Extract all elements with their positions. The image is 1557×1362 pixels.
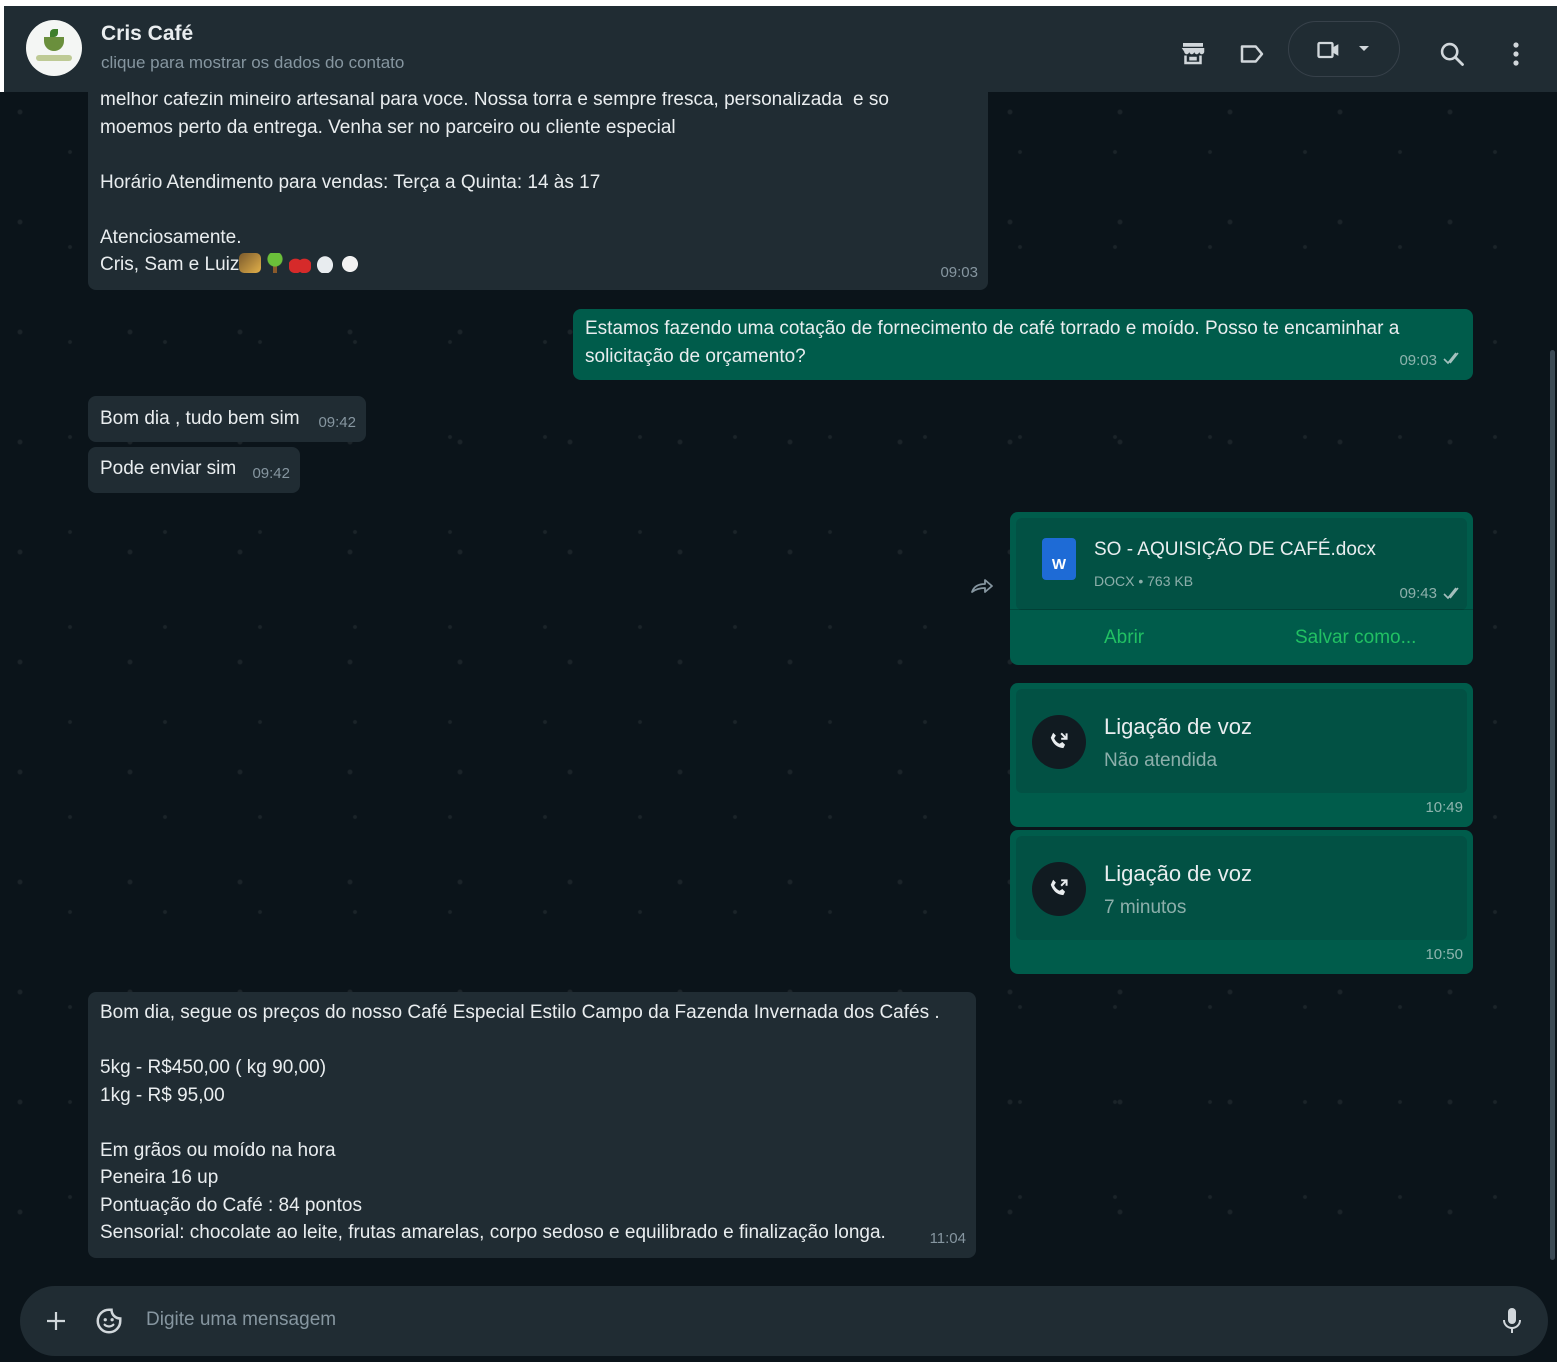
open-document-button[interactable]: Abrir <box>1104 624 1144 652</box>
contact-subtitle[interactable]: clique para mostrar os dados do contato <box>101 53 404 73</box>
incoming-message[interactable]: Pode enviar sim 09:42 <box>88 447 300 493</box>
incoming-message[interactable]: Bom dia , tudo bem sim 09:42 <box>88 396 366 442</box>
menu-icon[interactable] <box>1500 34 1532 74</box>
document-name: SO - AQUISIÇÃO DE CAFÉ.docx <box>1094 539 1376 560</box>
label-icon[interactable] <box>1234 36 1270 72</box>
message-time: 10:50 <box>1425 945 1463 963</box>
save-as-button[interactable]: Salvar como... <box>1295 624 1416 652</box>
message-time: 09:43 <box>1399 585 1437 602</box>
chevron-down-icon <box>1353 38 1375 60</box>
message-text: Cris, Sam e Luiz <box>100 254 240 275</box>
catalog-icon[interactable] <box>1174 34 1212 72</box>
message-text: Estamos fazendo uma cotação de fornecime… <box>585 318 1400 339</box>
message-list[interactable]: melhor cafezin mineiro artesanal para vo… <box>0 92 1557 1282</box>
chat-header[interactable]: Cris Café clique para mostrar os dados d… <box>0 0 1557 92</box>
search-icon[interactable] <box>1432 34 1472 74</box>
microphone-icon[interactable] <box>1496 1304 1528 1338</box>
call-card[interactable]: Ligação de voz Não atendida <box>1016 689 1467 793</box>
message-text: 5kg - R$450,00 ( kg 90,00) <box>100 1057 327 1078</box>
message-text: moemos perto da entrega. Venha ser no pa… <box>100 116 676 138</box>
message-composer[interactable]: Digite uma mensagem <box>20 1286 1548 1356</box>
outgoing-message[interactable]: Estamos fazendo uma cotação de fornecime… <box>573 309 1473 380</box>
voice-call-message[interactable]: Ligação de voz 7 minutos 10:50 <box>1010 830 1473 974</box>
message-text: Sensorial: chocolate ao leite, frutas am… <box>100 1222 886 1243</box>
call-status: 7 minutos <box>1104 897 1187 918</box>
cherries-emoji <box>289 253 312 273</box>
call-title: Ligação de voz <box>1104 861 1252 886</box>
video-call-button[interactable] <box>1288 21 1400 77</box>
whatsapp-window: Cris Café clique para mostrar os dados d… <box>0 0 1557 1362</box>
message-text: Pode enviar sim <box>100 458 237 479</box>
message-time: 09:42 <box>252 464 290 482</box>
read-ticks-icon <box>1443 346 1463 374</box>
document-meta: DOCX • 763 KB <box>1094 573 1194 589</box>
voice-call-message[interactable]: Ligação de voz Não atendida 10:49 <box>1010 683 1473 827</box>
message-time: 09:03 <box>940 263 978 281</box>
call-card[interactable]: Ligação de voz 7 minutos <box>1016 836 1467 940</box>
forward-icon[interactable] <box>968 576 996 603</box>
coffee-beans-emoji <box>239 253 262 273</box>
signature-line: Cris, Sam e Luiz <box>100 251 976 279</box>
attach-plus-icon[interactable] <box>40 1305 72 1337</box>
sticker-emoji-icon[interactable] <box>92 1304 126 1338</box>
message-input[interactable]: Digite uma mensagem <box>146 1309 336 1331</box>
message-time: 10:49 <box>1425 798 1463 816</box>
message-text: Atenciosamente. <box>100 226 242 248</box>
message-text: Peneira 16 up <box>100 1167 219 1188</box>
incoming-message[interactable]: Bom dia, segue os preços do nosso Café E… <box>88 992 976 1258</box>
coffee-cup-emoji <box>339 253 362 273</box>
message-text: melhor cafezin mineiro artesanal para vo… <box>100 92 889 110</box>
call-title: Ligação de voz <box>1104 714 1252 739</box>
word-document-icon: W <box>1042 538 1076 580</box>
document-actions: Abrir Salvar como... <box>1010 609 1473 665</box>
scrollbar[interactable] <box>1550 350 1555 1260</box>
message-text: Horário Atendimento para vendas: Terça a… <box>100 171 601 193</box>
message-time: 11:04 <box>929 1229 966 1247</box>
message-time: 09:03 <box>1399 351 1437 369</box>
message-time: 09:42 <box>318 413 356 431</box>
seedling-emoji <box>264 253 287 273</box>
message-text: Bom dia , tudo bem sim <box>100 408 300 429</box>
incoming-message[interactable]: melhor cafezin mineiro artesanal para vo… <box>88 92 988 290</box>
avatar[interactable] <box>26 20 82 76</box>
composer-bar: Digite uma mensagem <box>0 1282 1557 1362</box>
missed-call-icon <box>1032 715 1086 769</box>
video-call-icon <box>1313 34 1345 66</box>
document-message[interactable]: W SO - AQUISIÇÃO DE CAFÉ.docx DOCX • 763… <box>1010 512 1473 665</box>
teapot-emoji <box>314 253 337 273</box>
message-text: Em grãos ou moído na hora <box>100 1139 336 1161</box>
call-status: Não atendida <box>1104 750 1218 771</box>
outgoing-call-icon <box>1032 862 1086 916</box>
read-ticks-icon <box>1443 581 1463 609</box>
message-text: solicitação de orçamento? <box>585 345 806 367</box>
message-text: Bom dia, segue os preços do nosso Café E… <box>100 1002 940 1023</box>
contact-name[interactable]: Cris Café <box>101 22 193 46</box>
message-text: Pontuação do Café : 84 pontos <box>100 1194 362 1216</box>
message-text: 1kg - R$ 95,00 <box>100 1084 225 1106</box>
